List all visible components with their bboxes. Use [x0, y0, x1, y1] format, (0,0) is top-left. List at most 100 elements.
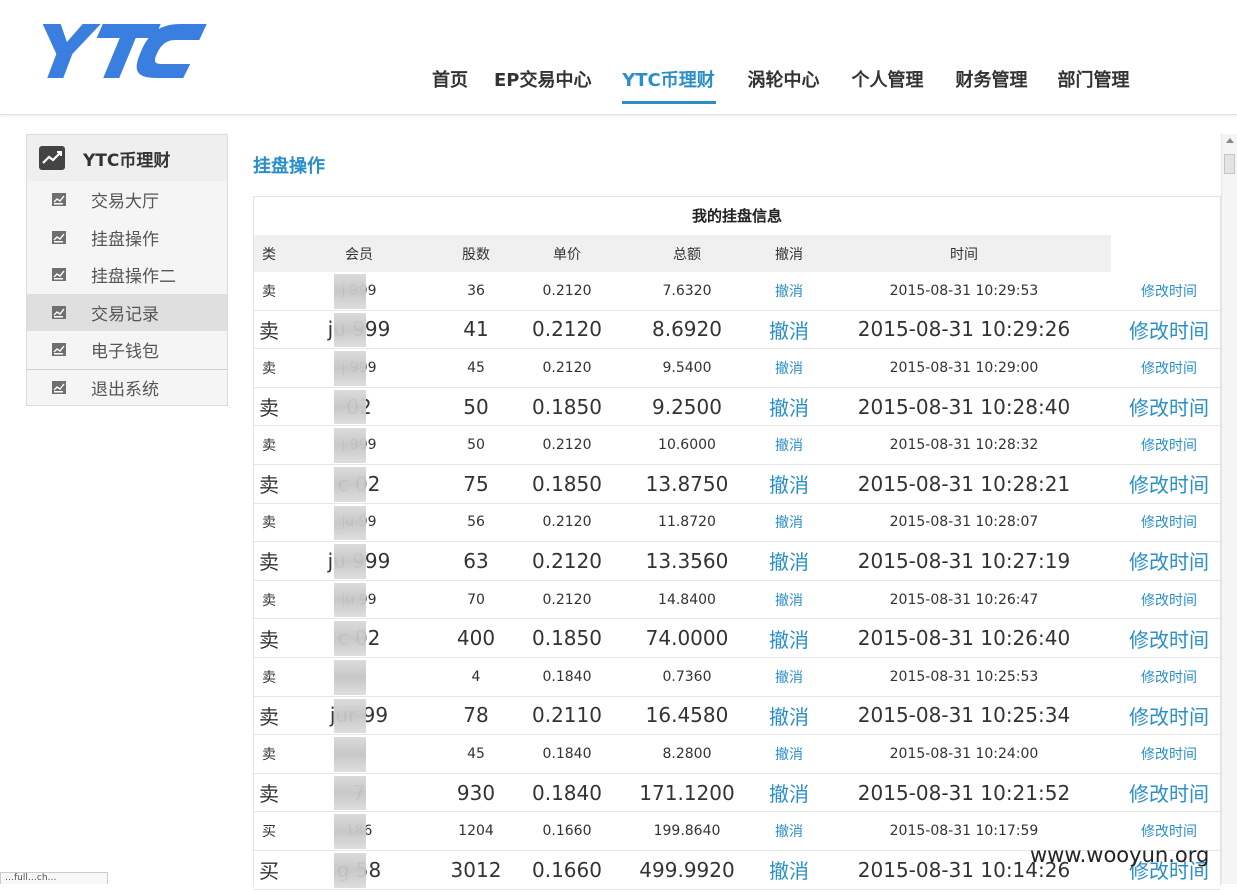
sidebar-item-label: 电子钱包 — [91, 342, 159, 363]
redaction-blur — [334, 660, 366, 695]
status-bar-stub: …full…ch… — [0, 872, 108, 884]
modify-time-link[interactable]: 修改时间 — [1119, 426, 1219, 464]
chart-doc-icon — [51, 192, 67, 207]
row-shares: 45 — [467, 359, 485, 376]
row-total: 14.8400 — [658, 591, 716, 608]
sidebar-item[interactable]: 交易大厅 — [27, 181, 227, 219]
row-price: 0.2120 — [542, 514, 592, 531]
sidebar-item[interactable]: 电子钱包 — [27, 331, 227, 369]
ytc-logo[interactable] — [30, 18, 210, 83]
modify-time-link[interactable]: 修改时间 — [1119, 311, 1219, 349]
sidebar-item-label: 退出系统 — [91, 380, 159, 401]
modify-time-link[interactable]: 修改时间 — [1119, 581, 1219, 619]
chart-doc-icon — [51, 342, 67, 357]
modify-time-link[interactable]: 修改时间 — [1119, 735, 1219, 773]
cancel-link[interactable]: 撤消 — [759, 851, 819, 889]
row-time: 2015-08-31 10:21:52 — [857, 780, 1071, 805]
row-type: 卖 — [259, 627, 279, 652]
cancel-link[interactable]: 撤消 — [759, 812, 819, 850]
row-total: 0.7360 — [662, 668, 712, 685]
modify-time-link[interactable]: 修改时间 — [1119, 349, 1219, 387]
cancel-link[interactable]: 撤消 — [759, 697, 819, 735]
row-total: 9.5400 — [662, 359, 712, 376]
row-total: 74.0000 — [645, 626, 729, 651]
row-type: 卖 — [259, 782, 279, 807]
row-shares: 400 — [456, 626, 496, 651]
table-row: 卖ju 999410.21208.6920撤消2015-08-31 10:29:… — [254, 311, 1220, 350]
redaction-blur — [334, 544, 366, 579]
cancel-link[interactable]: 撤消 — [759, 426, 819, 464]
section-title: 挂盘操作 — [253, 156, 325, 177]
nav-item[interactable]: 部门管理 — [1058, 66, 1130, 104]
listing-table: 我的挂盘信息 类 会员 股数 单价 总额 撤消 时间 卖j 999360.212… — [253, 196, 1221, 890]
cancel-link[interactable]: 撤消 — [759, 272, 819, 310]
modify-time-link[interactable]: 修改时间 — [1119, 465, 1219, 503]
row-price: 0.1660 — [542, 823, 592, 840]
redaction-blur — [334, 582, 366, 618]
row-shares: 63 — [463, 548, 489, 573]
modify-time-link[interactable]: 修改时间 — [1119, 619, 1219, 657]
row-total: 13.3560 — [645, 548, 729, 573]
modify-time-link[interactable]: 修改时间 — [1119, 272, 1219, 310]
row-total: 9.2500 — [652, 394, 722, 419]
table-row: 卖 4 0.1840 0.7360 撤消 2015-08-31 10:25:53 修改时间 — [254, 658, 1220, 697]
sidebar-item[interactable]: 退出系统 — [27, 368, 227, 407]
sidebar-header: YTC币理财 — [27, 135, 227, 181]
row-type: 卖 — [262, 438, 276, 455]
nav-item[interactable]: YTC币理财 — [621, 66, 716, 104]
cancel-link[interactable]: 撤消 — [759, 349, 819, 387]
row-time: 2015-08-31 10:28:40 — [857, 394, 1071, 419]
cancel-link[interactable]: 撤消 — [759, 504, 819, 542]
nav-item[interactable]: EP交易中心 — [494, 66, 592, 104]
cancel-link[interactable]: 撤消 — [759, 542, 819, 580]
chart-doc-icon — [51, 267, 67, 282]
sidebar: YTC币理财 交易大厅挂盘操作挂盘操作二交易记录电子钱包退出系统 — [26, 134, 228, 406]
modify-time-link[interactable]: 修改时间 — [1119, 504, 1219, 542]
nav-item[interactable]: 财务管理 — [954, 66, 1030, 104]
redaction-blur — [334, 505, 366, 541]
scroll-up-arrow-icon[interactable] — [1226, 138, 1234, 143]
sidebar-item[interactable]: 挂盘操作 — [27, 219, 227, 257]
table-row: 卖 45 0.1840 8.2800 撤消 2015-08-31 10:24:00 修改时间 — [254, 735, 1220, 774]
cancel-link[interactable]: 撤消 — [759, 465, 819, 503]
sidebar-item-label: 挂盘操作 — [91, 229, 159, 250]
cancel-link[interactable]: 撤消 — [759, 619, 819, 657]
cancel-link[interactable]: 撤消 — [759, 581, 819, 619]
modify-time-link[interactable]: 修改时间 — [1119, 697, 1219, 735]
redaction-blur — [334, 274, 366, 309]
cancel-link[interactable]: 撤消 — [759, 658, 819, 696]
row-type: 卖 — [259, 473, 279, 498]
main-nav: 首页 EP交易中心 YTC币理财 涡轮中心 个人管理 财务管理 部门管理 — [430, 66, 1130, 106]
modify-time-link[interactable]: 修改时间 — [1119, 658, 1219, 696]
row-price: 0.1840 — [542, 668, 592, 685]
row-type: 卖 — [259, 704, 279, 729]
page-scrollbar[interactable] — [1221, 134, 1237, 884]
modify-time-link[interactable]: 修改时间 — [1119, 542, 1219, 580]
sidebar-item[interactable]: 交易记录 — [27, 293, 227, 331]
sidebar-item-label: 交易记录 — [91, 304, 159, 325]
row-type: 卖 — [259, 318, 279, 343]
nav-item[interactable]: 首页 — [430, 66, 470, 104]
top-header: 首页 EP交易中心 YTC币理财 涡轮中心 个人管理 财务管理 部门管理 — [0, 0, 1237, 115]
cancel-link[interactable]: 撤消 — [759, 774, 819, 812]
row-time: 2015-08-31 10:28:32 — [889, 437, 1039, 454]
cancel-link[interactable]: 撤消 — [759, 388, 819, 426]
scroll-thumb[interactable] — [1224, 154, 1235, 174]
row-type: 卖 — [262, 669, 276, 686]
col-header-cancel: 撤消 — [775, 246, 803, 263]
cancel-link[interactable]: 撤消 — [759, 311, 819, 349]
nav-item[interactable]: 涡轮中心 — [746, 66, 822, 104]
modify-time-link[interactable]: 修改时间 — [1119, 774, 1219, 812]
row-total: 8.6920 — [652, 317, 722, 342]
cancel-link[interactable]: 撤消 — [759, 735, 819, 773]
sidebar-item[interactable]: 挂盘操作二 — [27, 256, 227, 294]
row-shares: 70 — [467, 591, 485, 608]
row-shares: 75 — [463, 471, 489, 496]
row-type: 卖 — [259, 550, 279, 575]
modify-time-link[interactable]: 修改时间 — [1119, 388, 1219, 426]
row-price: 0.1840 — [532, 780, 602, 805]
redaction-blur — [334, 467, 366, 502]
row-time: 2015-08-31 10:25:53 — [889, 668, 1039, 685]
row-shares: 3012 — [450, 857, 502, 882]
nav-item[interactable]: 个人管理 — [850, 66, 926, 104]
